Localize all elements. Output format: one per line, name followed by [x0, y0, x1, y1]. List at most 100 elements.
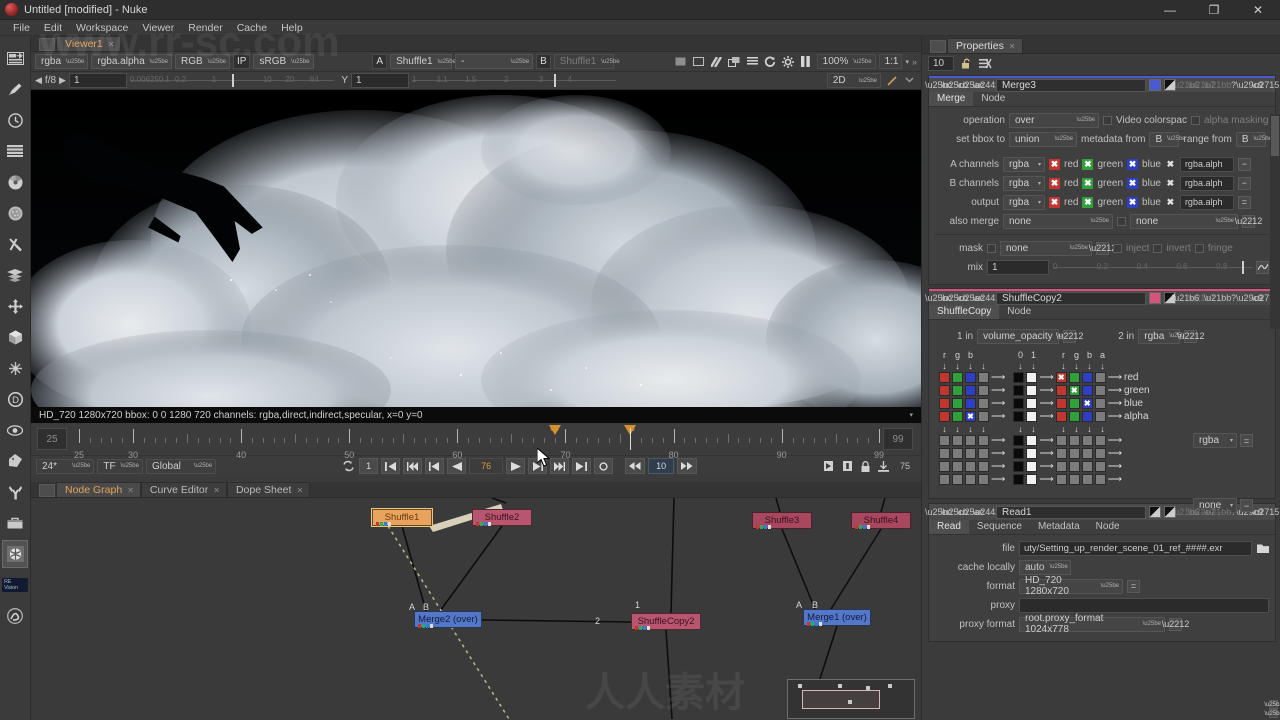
matrix-cell-gray[interactable] — [1094, 474, 1106, 485]
tab-close-icon[interactable]: ✕ — [213, 483, 220, 498]
red-checkbox[interactable]: ✖ — [1049, 196, 1060, 208]
matrix-cell-blue[interactable] — [1081, 385, 1093, 396]
output-channel-dropdown[interactable]: rgba ▾ — [1193, 433, 1237, 448]
pane-grip-icon[interactable] — [39, 38, 55, 51]
current-frame-field[interactable]: 76 — [469, 458, 504, 474]
in1-dropdown[interactable]: volume_opacity \u25be — [977, 328, 1076, 344]
merge3-node-name[interactable]: Merge3 — [996, 78, 1146, 92]
other-icon[interactable] — [2, 509, 28, 537]
node-merge1[interactable]: Merge1 (over) — [803, 609, 871, 626]
image-icon[interactable] — [2, 44, 28, 72]
matrix-cell-black[interactable] — [1013, 474, 1025, 485]
matrix-cell-gray[interactable] — [965, 448, 976, 459]
animation-curve-button[interactable] — [1256, 260, 1269, 274]
close-icon[interactable]: \u2715 — [1252, 506, 1280, 519]
view-mode-dropdown[interactable]: 2D \u25be — [826, 73, 882, 88]
filter-icon[interactable] — [2, 199, 28, 227]
last-frame-button[interactable] — [572, 458, 592, 474]
matrix-cell-green[interactable] — [1068, 372, 1080, 383]
also-merge-minus-button[interactable]: \u2212 — [1235, 214, 1262, 228]
matrix-cell-gray[interactable] — [978, 461, 989, 472]
node-shuffle4[interactable]: Shuffle4 — [851, 512, 911, 529]
keyer-icon[interactable] — [2, 230, 28, 258]
node-shufflecopy2[interactable]: ShuffleCopy2 — [631, 613, 701, 630]
proxy-format-dropdown[interactable]: root.proxy_format 1024x778 \u25be — [1019, 613, 1165, 635]
step-forward-button[interactable] — [528, 458, 548, 474]
cache-dropdown[interactable]: auto \u25be — [1019, 559, 1071, 575]
matrix-cell-gray[interactable] — [1055, 435, 1067, 446]
matrix-cell-gray[interactable] — [1094, 372, 1106, 383]
roi-icon[interactable] — [691, 54, 706, 69]
timeline-end-value[interactable]: 75 — [894, 458, 916, 474]
matrix-cell-black[interactable] — [1013, 398, 1025, 409]
blue-checkbox[interactable]: ✖ — [1127, 177, 1139, 189]
mix-input[interactable]: 1 — [987, 259, 1049, 275]
matrix-cell-green[interactable] — [952, 385, 963, 396]
plugin-icon[interactable]: RE Vision — [2, 571, 28, 599]
operation-dropdown[interactable]: over \u25be — [1009, 112, 1099, 128]
menu-cache[interactable]: Cache — [230, 20, 274, 36]
green-checkbox[interactable]: ✖ — [1082, 196, 1094, 208]
tab-viewer1[interactable]: Viewer1 ✕ — [56, 36, 122, 51]
timeline-first-frame-field[interactable]: 1 — [359, 458, 379, 474]
close-button[interactable]: ✕ — [1236, 0, 1280, 20]
channel-set-dropdown[interactable]: rgba \u25be — [35, 54, 89, 69]
matrix-cell-gray[interactable] — [952, 474, 963, 485]
matrix-cell-gray[interactable] — [1055, 461, 1067, 472]
increment-forward-button[interactable] — [677, 458, 698, 474]
node-shuffle2[interactable]: Shuffle2 — [472, 509, 532, 526]
matrix-cell-red[interactable] — [1055, 398, 1067, 409]
maximize-button[interactable]: ❐ — [1192, 0, 1236, 20]
node-color-swatch[interactable] — [1149, 79, 1161, 91]
matrix-cell-red[interactable] — [939, 372, 950, 383]
channel-row-dropdown[interactable]: rgba ▾ — [1003, 194, 1045, 210]
also-merge-dropdown-1[interactable]: none \u25be — [1003, 213, 1113, 229]
play-forward-button[interactable] — [506, 458, 526, 474]
pause-icon[interactable] — [799, 54, 814, 69]
mix-slider[interactable]: 0 0.2 0.4 0.6 0.8 — [1053, 260, 1252, 274]
alpha-checkbox[interactable]: ✖ — [1165, 159, 1176, 170]
metadata-icon[interactable] — [2, 447, 28, 475]
matrix-cell-gray[interactable] — [1094, 398, 1106, 409]
clip-warning-icon[interactable] — [781, 54, 796, 69]
minimap-viewport-box[interactable] — [802, 690, 880, 709]
invert-checkbox[interactable] — [1153, 243, 1163, 253]
fps-dropdown[interactable]: 24* \u25be — [36, 458, 95, 474]
matrix-cell-red[interactable] — [939, 385, 950, 396]
node-graph-canvas[interactable]: Shuffle1 Shuffle2 Shuffle3 Shuffle4 Merge2 (… — [31, 498, 921, 719]
timeline-in-marker[interactable]: 69 — [548, 424, 561, 435]
max-panels-input[interactable]: 10 — [928, 55, 954, 71]
tab-metadata[interactable]: Metadata — [1030, 520, 1088, 534]
timeline-playhead[interactable] — [630, 428, 632, 450]
gain-input[interactable]: 1 — [68, 73, 127, 88]
merge-icon[interactable] — [2, 261, 28, 289]
menu-edit[interactable]: Edit — [37, 20, 69, 36]
green-checkbox[interactable]: ✖ — [1082, 177, 1094, 189]
channel-dropdown[interactable]: rgba.alpha \u25be — [91, 54, 172, 69]
matrix-cell-blue-x[interactable]: ✖ — [1081, 398, 1093, 409]
first-frame-button[interactable] — [381, 458, 401, 474]
lock-icon[interactable] — [858, 459, 873, 474]
matrix-cell-white[interactable] — [1026, 385, 1038, 396]
matrix-cell-gray[interactable] — [1068, 435, 1080, 446]
menu-render[interactable]: Render — [181, 20, 229, 36]
fringe-checkbox[interactable] — [1194, 243, 1204, 253]
matrix-cell-gray[interactable] — [965, 461, 976, 472]
matrix-cell-gray[interactable] — [1081, 461, 1093, 472]
display-channels-dropdown[interactable]: RGB \u25be — [175, 54, 231, 69]
set-bbox-dropdown[interactable]: union \u25be — [1009, 131, 1077, 147]
menu-file[interactable]: File — [6, 20, 37, 36]
matrix-cell-gray[interactable] — [939, 474, 950, 485]
matrix-cell-gray[interactable] — [978, 372, 989, 383]
matrix-cell-blue[interactable] — [965, 372, 976, 383]
file-input[interactable]: uty/Setting_up_render_scene_01_ref_####.… — [1019, 540, 1252, 556]
tab-shufflecopy[interactable]: ShuffleCopy — [929, 305, 1000, 319]
refresh-icon[interactable] — [763, 54, 778, 69]
play-backward-button[interactable] — [447, 458, 467, 474]
revert-icon[interactable]: \u21bb — [1204, 506, 1232, 519]
alpha-channel-field[interactable]: rgba.alph — [1179, 194, 1234, 210]
mask-checkbox[interactable] — [987, 243, 996, 253]
menu-viewer[interactable]: Viewer — [135, 20, 181, 36]
input-b-dropdown[interactable]: Shuffle1 \u25be — [553, 54, 620, 69]
next-keyframe-button[interactable] — [550, 458, 570, 474]
